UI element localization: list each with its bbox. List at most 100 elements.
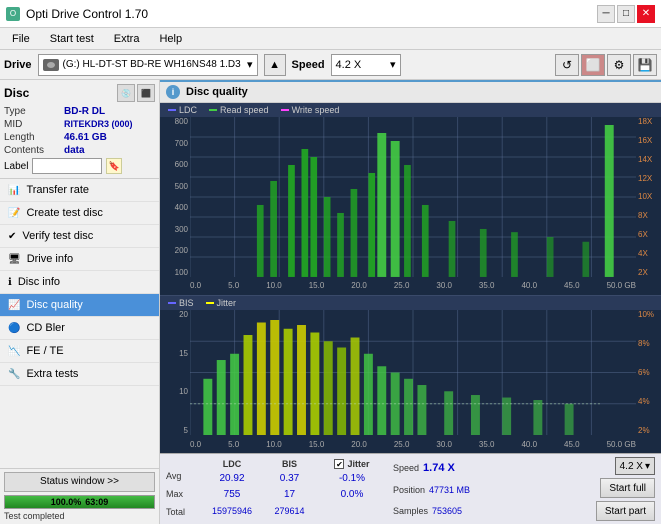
transfer-rate-icon: 📊 xyxy=(8,185,20,196)
total-label: Total xyxy=(166,504,202,520)
cd-bler-label: CD Bler xyxy=(26,322,65,334)
mid-val: RITEKDR3 (000) xyxy=(64,119,133,130)
sidebar: Disc 💿 ⬛ Type BD-R DL MID RITEKDR3 (000)… xyxy=(0,80,160,524)
bottom-chart-body: 20 15 10 5 10% 8% 6% 4% 2% xyxy=(160,310,661,453)
label-icon-button[interactable]: 🔖 xyxy=(106,158,122,174)
disc-quality-icon: 📈 xyxy=(8,300,20,311)
speed-label: Speed xyxy=(292,59,325,71)
ldc-legend-dot xyxy=(168,109,176,111)
menu-file[interactable]: File xyxy=(4,31,38,47)
sidebar-item-create-test-disc[interactable]: 📝 Create test disc xyxy=(0,202,159,225)
drive-select[interactable]: (G:) HL-DT-ST BD-RE WH16NS48 1.D3 ▾ xyxy=(38,54,258,76)
titlebar: O Opti Drive Control 1.70 ─ □ ✕ xyxy=(0,0,661,28)
disc-panel-header: Disc 💿 ⬛ xyxy=(4,84,155,102)
ldc-max: 755 xyxy=(224,487,241,503)
position-row: Position 47731 MB xyxy=(393,485,592,495)
contents-val: data xyxy=(64,145,85,156)
position-label: Position xyxy=(393,485,425,495)
sidebar-item-verify-test-disc[interactable]: ✔ Verify test disc xyxy=(0,225,159,248)
bis-stat-header: BIS xyxy=(282,457,297,471)
ldc-avg: 20.92 xyxy=(219,471,244,487)
jitter-max: 0.0% xyxy=(341,487,364,503)
main-layout: Disc 💿 ⬛ Type BD-R DL MID RITEKDR3 (000)… xyxy=(0,80,661,524)
drive-dropdown-arrow: ▾ xyxy=(247,58,253,71)
contents-key: Contents xyxy=(4,145,64,156)
legend-write: Write speed xyxy=(281,105,340,115)
bis-legend-dot xyxy=(168,302,176,304)
drive-text: (G:) HL-DT-ST BD-RE WH16NS48 1.D3 xyxy=(63,59,241,70)
speed-dropdown[interactable]: 4.2 X ▾ xyxy=(615,457,655,475)
speed-select[interactable]: 4.2 X ▾ xyxy=(331,54,401,76)
bis-legend-label: BIS xyxy=(179,298,194,308)
bis-total: 279614 xyxy=(274,503,304,519)
bis-max: 17 xyxy=(284,487,295,503)
status-window-button[interactable]: Status window >> xyxy=(4,472,155,492)
save-button[interactable]: 💾 xyxy=(633,54,657,76)
drive-info-icon: 🖥 xyxy=(8,254,21,265)
disc-label-row: Label 🔖 xyxy=(4,158,155,174)
titlebar-left: O Opti Drive Control 1.70 xyxy=(6,7,148,21)
sidebar-item-fe-te[interactable]: 📉 FE / TE xyxy=(0,340,159,363)
disc-icon-btn2[interactable]: ⬛ xyxy=(137,84,155,102)
legend-jitter: Jitter xyxy=(206,298,237,308)
verify-test-disc-icon: ✔ xyxy=(8,231,16,242)
disc-panel-icons: 💿 ⬛ xyxy=(117,84,155,102)
create-test-disc-label: Create test disc xyxy=(26,207,102,219)
progress-label: 100.0% xyxy=(51,497,82,507)
close-button[interactable]: ✕ xyxy=(637,5,655,23)
refresh-button[interactable]: ↺ xyxy=(555,54,579,76)
ldc-stat-header: LDC xyxy=(223,457,242,471)
top-chart-section: LDC Read speed Write speed 800 xyxy=(160,103,661,295)
menu-extra[interactable]: Extra xyxy=(106,31,148,47)
progress-bar-fill: 100.0% 63:09 xyxy=(5,496,154,508)
top-chart-x-axis: 0.0 5.0 10.0 15.0 20.0 25.0 30.0 35.0 40… xyxy=(190,277,636,295)
fe-te-label: FE / TE xyxy=(26,345,63,357)
fe-te-icon: 📉 xyxy=(8,346,20,357)
ldc-legend-label: LDC xyxy=(179,105,197,115)
disc-quality-header-icon: i xyxy=(166,85,180,99)
sidebar-item-disc-quality[interactable]: 📈 Disc quality xyxy=(0,294,159,317)
ldc-total: 15975946 xyxy=(212,503,252,519)
drive-icon xyxy=(43,59,59,71)
start-full-button[interactable]: Start full xyxy=(600,478,655,498)
status-text: Test completed xyxy=(4,511,155,521)
bottom-chart-y-axis-left: 20 15 10 5 xyxy=(160,310,190,435)
sidebar-item-extra-tests[interactable]: 🔧 Extra tests xyxy=(0,363,159,386)
samples-val: 753605 xyxy=(432,506,462,516)
extra-tests-icon: 🔧 xyxy=(8,369,20,380)
top-chart-y-axis-left: 800 700 600 500 400 300 200 100 xyxy=(160,117,190,277)
jitter-legend-dot xyxy=(206,302,214,304)
read-legend-label: Read speed xyxy=(220,105,269,115)
minimize-button[interactable]: ─ xyxy=(597,5,615,23)
erase-button[interactable]: ⬜ xyxy=(581,54,605,76)
sidebar-item-disc-info[interactable]: ℹ Disc info xyxy=(0,271,159,294)
top-chart-y-axis-right: 18X 16X 14X 12X 10X 8X 6X 4X 2X xyxy=(636,117,661,277)
sidebar-item-transfer-rate[interactable]: 📊 Transfer rate xyxy=(0,179,159,202)
label-input[interactable] xyxy=(32,158,102,174)
speed-val: 1.74 X xyxy=(423,462,455,474)
bottom-chart-y-axis-right: 10% 8% 6% 4% 2% xyxy=(636,310,661,435)
content-area: i Disc quality LDC Read speed xyxy=(160,80,661,524)
sidebar-item-drive-info[interactable]: 🖥 Drive info xyxy=(0,248,159,271)
max-label: Max xyxy=(166,486,202,502)
settings-button[interactable]: ⚙ xyxy=(607,54,631,76)
speed-label: Speed xyxy=(393,463,419,473)
disc-icon-btn1[interactable]: 💿 xyxy=(117,84,135,102)
write-legend-label: Write speed xyxy=(292,105,340,115)
sidebar-item-cd-bler[interactable]: 🔵 CD Bler xyxy=(0,317,159,340)
start-part-button[interactable]: Start part xyxy=(596,501,655,521)
menu-help[interactable]: Help xyxy=(151,31,190,47)
menu-starttest[interactable]: Start test xyxy=(42,31,102,47)
legend-ldc: LDC xyxy=(168,105,197,115)
legend-bis: BIS xyxy=(168,298,194,308)
status-section: Status window >> 100.0% 63:09 Test compl… xyxy=(0,468,159,524)
length-key: Length xyxy=(4,132,64,143)
charts-area: LDC Read speed Write speed 800 xyxy=(160,103,661,524)
disc-quality-header: i Disc quality xyxy=(160,80,661,103)
jitter-checkbox[interactable]: ✔ xyxy=(334,459,344,469)
eject-button[interactable]: ▲ xyxy=(264,54,286,76)
maximize-button[interactable]: □ xyxy=(617,5,635,23)
app-icon: O xyxy=(6,7,20,21)
time-label: 63:09 xyxy=(85,497,108,507)
speed-row: Speed 1.74 X xyxy=(393,462,592,474)
